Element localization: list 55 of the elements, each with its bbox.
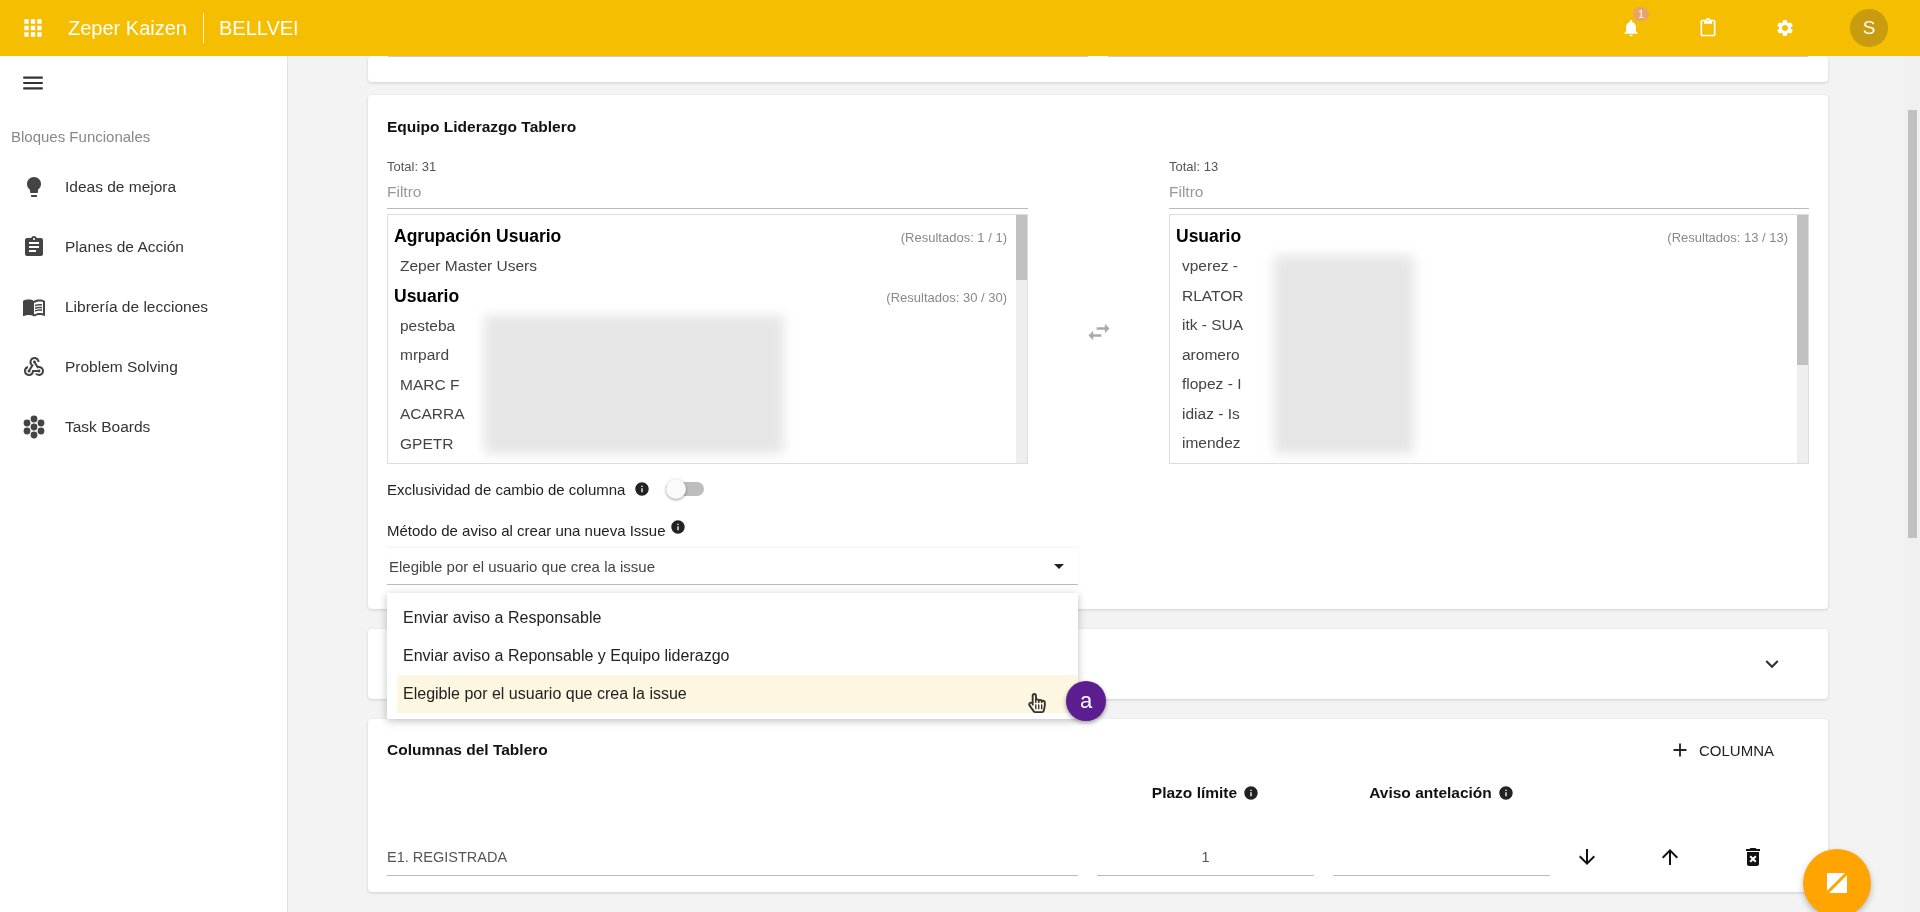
user-list-item[interactable]: GPETR [400, 434, 454, 452]
field-label: Exclusividad de cambio de columna [387, 480, 626, 498]
square-slash-icon [1824, 870, 1850, 896]
user-list-item[interactable]: mrpard [400, 346, 450, 363]
column-header: Plazo límite [1151, 784, 1238, 802]
group-heading: Usuario [394, 284, 460, 308]
dropdown-option[interactable]: Enviar aviso a Reponsable y Equipo liderazgo [397, 637, 1078, 675]
sidebar-item[interactable]: Problem Solving [0, 337, 287, 397]
sidebar-section-title: Bloques Funcionales [11, 128, 152, 145]
app-name: Zeper Kaizen [68, 13, 204, 43]
sidebar-item[interactable]: Task Boards [0, 397, 287, 457]
total-count: Total: 31 [387, 159, 438, 175]
toggle-switch[interactable] [666, 479, 705, 499]
page-scrollbar[interactable] [1905, 56, 1920, 912]
results-count: (Resultados: 30 / 30) [886, 288, 1007, 307]
user-list-item[interactable]: MARC F [400, 375, 460, 393]
card-title: Columnas del Tablero [387, 740, 548, 760]
results-count: (Resultados: 13 / 13) [1667, 229, 1788, 247]
total-count: Total: 13 [1169, 159, 1220, 175]
sidebar-item[interactable]: Ideas de mejora [0, 157, 287, 217]
list-scrollbar[interactable] [1797, 215, 1808, 463]
user-list-item[interactable]: itk - SUA [1182, 316, 1244, 333]
add-column-button[interactable]: COLUMNA [1661, 735, 1782, 765]
clipboard-icon [22, 235, 46, 259]
list-scrollbar[interactable] [1016, 215, 1027, 463]
sidebar-item[interactable]: Librería de lecciones [0, 277, 287, 337]
webhook-icon [22, 355, 46, 379]
user-list-item[interactable]: RLATOR [1182, 286, 1244, 304]
dropdown-option[interactable]: Elegible por el usuario que crea la issue [397, 675, 1078, 713]
user-list-item[interactable]: aromero [1182, 345, 1240, 363]
info-icon[interactable] [634, 481, 651, 497]
field-label: Método de aviso al crear una nueva Issue [387, 521, 666, 539]
dropdown-option[interactable]: Enviar aviso a Responsable [397, 599, 1078, 637]
card-title: Equipo Liderazgo Tablero [387, 117, 578, 137]
user-list-item[interactable]: pesteba [400, 316, 456, 334]
group-heading: Agrupación Usuario [394, 225, 562, 248]
deadline-field[interactable]: 1 [1097, 838, 1314, 876]
results-count: (Resultados: 1 / 1) [900, 229, 1007, 247]
caret-icon [1054, 563, 1064, 569]
sidebar-item[interactable]: Planes de Acción [0, 217, 287, 277]
notification-badge: 1 [1633, 7, 1650, 21]
user-list-item[interactable]: flopez - I [1182, 375, 1242, 392]
user-list-item[interactable]: imendez [1182, 434, 1241, 451]
user-list-item[interactable]: vperez - [1182, 257, 1238, 274]
column-header: Aviso antelación [1369, 784, 1492, 802]
dots-cluster-icon [22, 415, 46, 439]
user-list-item[interactable]: idiaz - Is [1182, 404, 1240, 422]
info-icon[interactable] [1243, 785, 1260, 801]
group-heading: Usuario [1176, 225, 1242, 248]
column-name-field[interactable]: E1. REGISTRADA [387, 838, 1078, 876]
user-list-item[interactable]: ACARRA [400, 405, 465, 422]
info-icon[interactable] [1497, 785, 1514, 801]
workspace-name: BELLVEI [218, 16, 299, 40]
info-icon[interactable] [669, 519, 686, 535]
user-list-item[interactable]: Zeper Master Users [400, 257, 537, 274]
